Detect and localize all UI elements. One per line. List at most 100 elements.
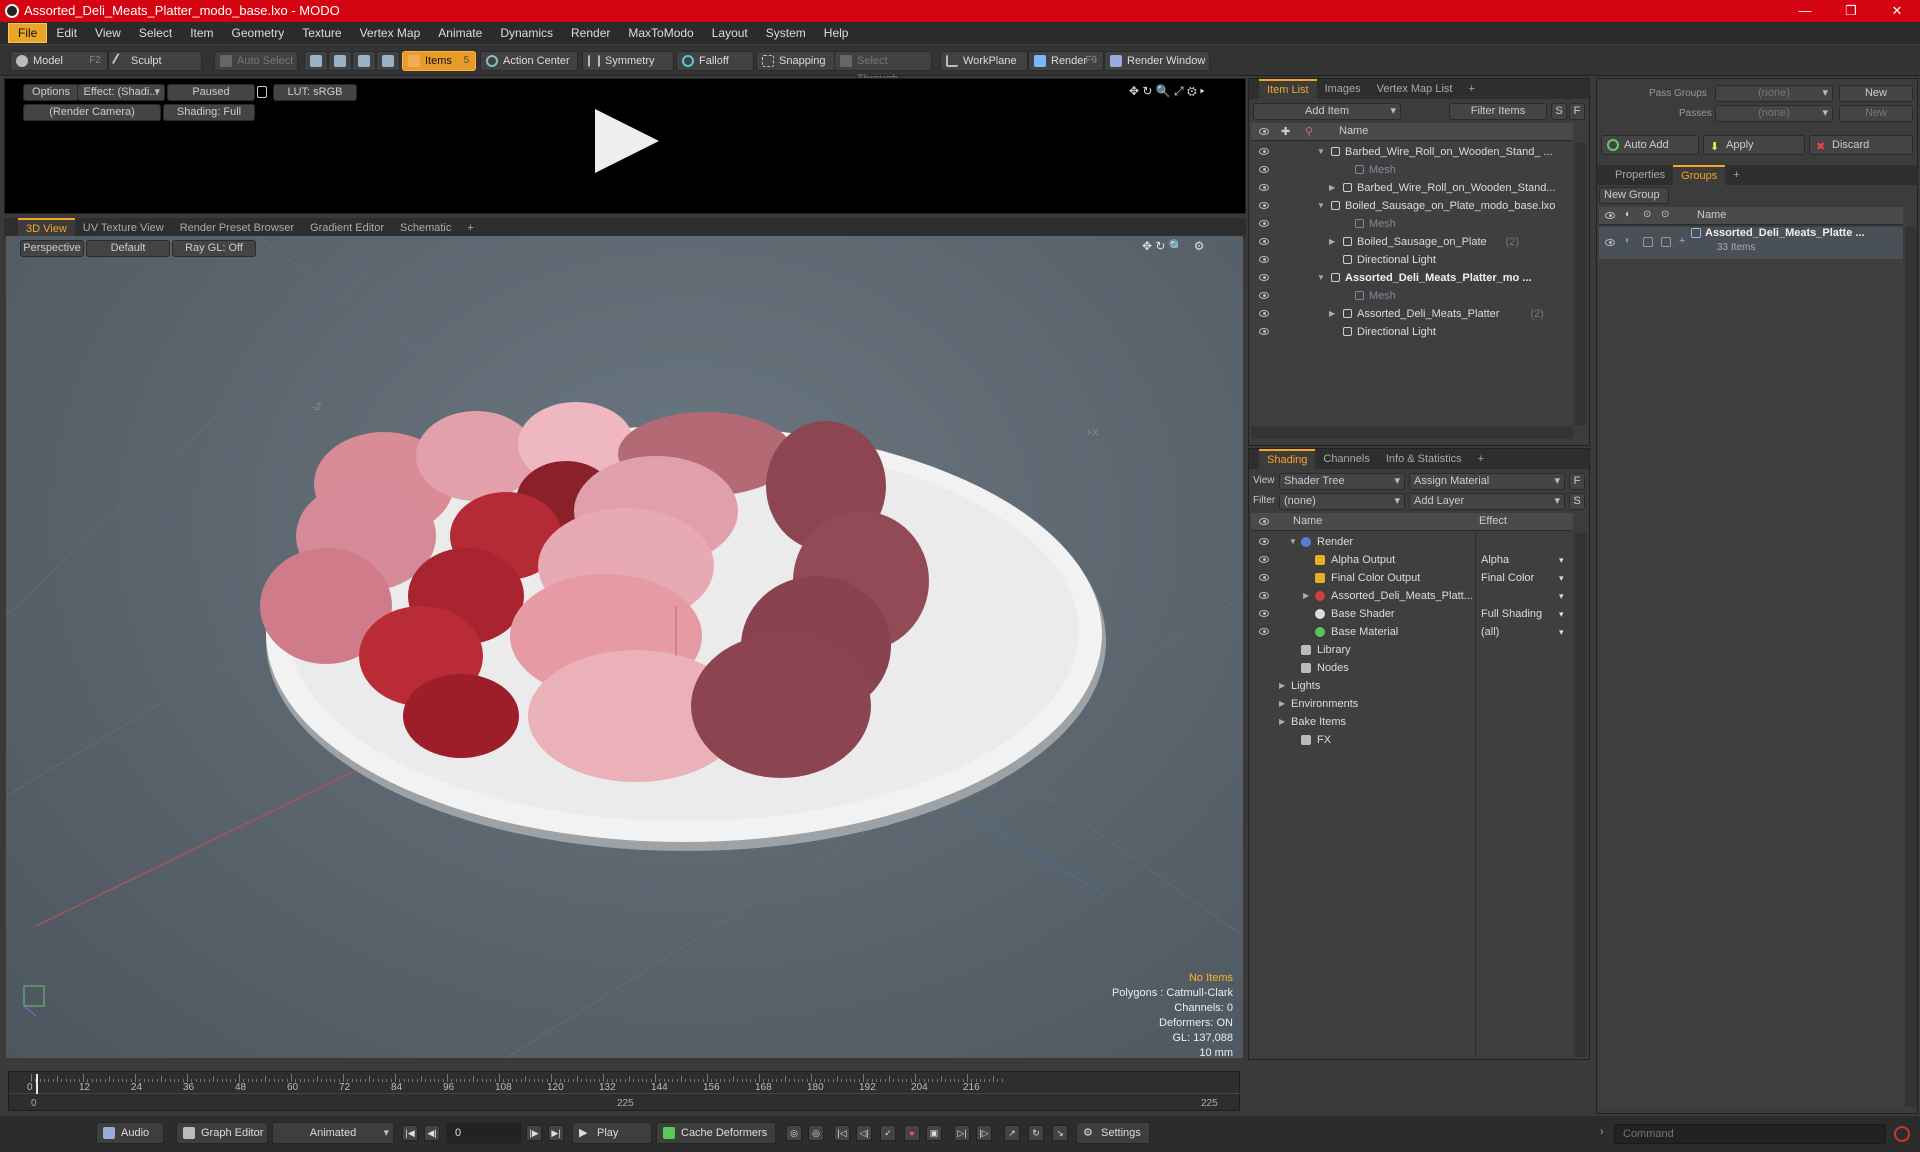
play-icon[interactable]	[595, 109, 659, 173]
collapse-arrow-icon[interactable]: ▼	[1317, 269, 1325, 287]
item-row[interactable]: Mesh	[1251, 215, 1573, 233]
item-row[interactable]: ▼ Barbed_Wire_Roll_on_Wooden_Stand_ ...	[1251, 143, 1573, 161]
key-tool-icon-1[interactable]: ◎	[786, 1125, 802, 1141]
collapse-arrow-icon[interactable]: ▼	[1289, 533, 1297, 551]
add-tab-button[interactable]: +	[1460, 80, 1482, 98]
workplane-button[interactable]: WorkPlane	[940, 51, 1028, 71]
timeline-playhead[interactable]	[36, 1074, 38, 1094]
shader-tree-dropdown[interactable]: Shader Tree	[1279, 473, 1405, 490]
play-button[interactable]: ▶ Play	[572, 1122, 652, 1144]
filter-dropdown[interactable]: (none)	[1279, 493, 1405, 510]
collapse-arrow-icon[interactable]: ▼	[1317, 197, 1325, 215]
discard-button[interactable]: ✖ Discard	[1809, 135, 1913, 155]
apply-button[interactable]: ⬇ Apply	[1703, 135, 1805, 155]
menu-maxtomodo[interactable]: MaxToModo	[619, 24, 702, 42]
settings-button[interactable]: ⚙ Settings	[1076, 1122, 1150, 1144]
prev-key-icon[interactable]: ◀|	[424, 1125, 440, 1141]
key-tool-icon-9[interactable]: ↗	[1004, 1125, 1020, 1141]
go-start-icon[interactable]: |◀	[402, 1125, 418, 1141]
menu-layout[interactable]: Layout	[703, 24, 757, 42]
item-row[interactable]: Directional Light	[1251, 251, 1573, 269]
shader-effect[interactable]: Alpha	[1481, 551, 1509, 569]
add-tab-button[interactable]: +	[459, 219, 481, 237]
symmetry-button[interactable]: Symmetry	[582, 51, 674, 71]
menu-texture[interactable]: Texture	[293, 24, 350, 42]
shader-row[interactable]: Base Shader Full Shading ▾	[1251, 605, 1573, 623]
item-list-scrollbar[interactable]	[1575, 143, 1587, 425]
effect-dropdown-icon[interactable]: ▾	[1559, 569, 1564, 587]
key-tool-icon-7[interactable]: ▷|	[954, 1125, 970, 1141]
visibility-eye-icon[interactable]	[1259, 148, 1269, 155]
tab-3d-view[interactable]: 3D View	[18, 218, 75, 238]
expand-arrow-icon[interactable]: ▶	[1279, 677, 1285, 695]
shader-row[interactable]: Final Color Output Final Color ▾	[1251, 569, 1573, 587]
tab-groups[interactable]: Groups	[1673, 165, 1726, 185]
perspective-dropdown[interactable]: Perspective	[20, 240, 84, 257]
group-select-checkbox[interactable]	[1661, 237, 1671, 247]
visibility-eye-icon[interactable]	[1259, 628, 1269, 635]
item-row[interactable]: ▶ Barbed_Wire_Roll_on_Wooden_Stand...	[1251, 179, 1573, 197]
shader-row[interactable]: ▶ Assorted_Deli_Meats_Platt... ▾	[1251, 587, 1573, 605]
lock-icon[interactable]	[257, 86, 267, 98]
shader-tree-scrollbar[interactable]	[1575, 533, 1587, 1057]
animated-dropdown[interactable]: Animated	[272, 1122, 394, 1144]
add-item-dropdown[interactable]: Add Item	[1253, 103, 1401, 120]
expand-arrow-icon[interactable]: ▶	[1303, 587, 1309, 605]
item-row[interactable]: Directional Light	[1251, 323, 1573, 341]
sculpt-mode-button[interactable]: Sculpt	[108, 51, 202, 71]
menu-select[interactable]: Select	[130, 24, 181, 42]
effect-dropdown-icon[interactable]: ▾	[1559, 605, 1564, 623]
shader-row[interactable]: Nodes	[1251, 659, 1573, 677]
item-row[interactable]: ▼ Assorted_Deli_Meats_Platter_mo ...	[1251, 269, 1573, 287]
maximize-button[interactable]: ❐	[1828, 0, 1874, 22]
item-row[interactable]: Mesh	[1251, 287, 1573, 305]
add-tab-button[interactable]: +	[1470, 450, 1492, 468]
tab-uv-texture-view[interactable]: UV Texture View	[75, 219, 172, 237]
shader-row[interactable]: Library	[1251, 641, 1573, 659]
visibility-eye-icon[interactable]	[1259, 556, 1269, 563]
new-pass-group-button[interactable]: New	[1839, 85, 1913, 102]
audio-button[interactable]: Audio	[96, 1122, 164, 1144]
minimize-button[interactable]: —	[1782, 0, 1828, 22]
menu-dynamics[interactable]: Dynamics	[491, 24, 562, 42]
collapse-arrow-icon[interactable]: ▼	[1317, 143, 1325, 161]
vertex-mode-button[interactable]	[304, 51, 328, 71]
assign-material-dropdown[interactable]: Assign Material	[1409, 473, 1565, 490]
visibility-eye-icon[interactable]	[1259, 274, 1269, 281]
tab-properties[interactable]: Properties	[1607, 166, 1673, 184]
model-mode-button[interactable]: Model F2	[10, 51, 108, 71]
visibility-eye-icon[interactable]	[1259, 238, 1269, 245]
add-tab-button[interactable]: +	[1725, 166, 1747, 184]
visibility-eye-icon[interactable]	[1259, 220, 1269, 227]
graph-editor-button[interactable]: Graph Editor	[176, 1122, 268, 1144]
select-through-button[interactable]: Select Through	[834, 51, 932, 85]
menu-help[interactable]: Help	[815, 24, 858, 42]
group-lock-checkbox[interactable]	[1643, 237, 1653, 247]
command-expand-icon[interactable]: ›	[1600, 1126, 1604, 1138]
key-tool-icon-2[interactable]: ◎	[808, 1125, 824, 1141]
menu-file[interactable]: File	[8, 23, 48, 43]
visibility-eye-icon[interactable]	[1259, 592, 1269, 599]
visibility-eye-icon[interactable]	[1259, 292, 1269, 299]
visibility-eye-icon[interactable]	[1259, 166, 1269, 173]
auto-add-button[interactable]: Auto Add	[1601, 135, 1699, 155]
3d-viewport[interactable]: Perspective Default Ray GL: Off ✥ ↻ 🔍 ⚙ …	[6, 236, 1243, 1059]
shading-f-button[interactable]: F	[1569, 473, 1585, 490]
visibility-eye-icon[interactable]	[1259, 328, 1269, 335]
command-history-icon[interactable]	[1894, 1126, 1910, 1142]
expand-arrow-icon[interactable]: ▶	[1329, 305, 1335, 323]
record-icon[interactable]: ●	[904, 1125, 920, 1141]
preview-options-button[interactable]: Options	[23, 84, 79, 101]
timeline-ruler[interactable]: 0 12 24 36 48 60 72 84 96 108 120 132 144 156 168 180 19…	[9, 1072, 1241, 1094]
shader-effect[interactable]: (all)	[1481, 623, 1499, 641]
menu-system[interactable]: System	[757, 24, 815, 42]
tab-vertex-map-list[interactable]: Vertex Map List	[1369, 80, 1461, 98]
item-list-hscrollbar[interactable]	[1251, 427, 1573, 439]
menu-geometry[interactable]: Geometry	[223, 24, 294, 42]
close-button[interactable]: ✕	[1874, 0, 1920, 22]
render-button[interactable]: Render F9	[1028, 51, 1104, 71]
timeline[interactable]: 0 12 24 36 48 60 72 84 96 108 120 132 144 156 168 180 19…	[8, 1071, 1241, 1111]
visibility-eye-icon[interactable]	[1259, 202, 1269, 209]
lut-dropdown[interactable]: LUT: sRGB	[273, 84, 357, 101]
group-expand-icon[interactable]: +	[1679, 235, 1685, 247]
